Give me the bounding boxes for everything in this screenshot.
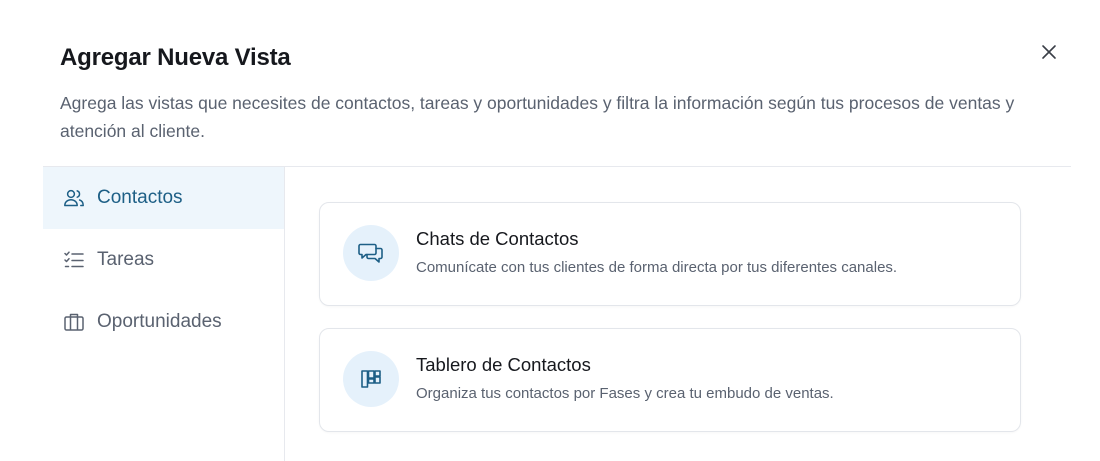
add-view-dialog: Agregar Nueva Vista Agrega las vistas qu… (0, 0, 1100, 461)
view-card-chats-de-contactos[interactable]: Chats de Contactos Comunícate con tus cl… (319, 202, 1021, 306)
view-card-tablero-de-contactos[interactable]: Tablero de Contactos Organiza tus contac… (319, 328, 1021, 432)
close-button[interactable] (1038, 41, 1060, 63)
sidebar-item-oportunidades[interactable]: Oportunidades (43, 291, 284, 353)
card-title: Tablero de Contactos (416, 354, 591, 375)
sidebar-item-label: Contactos (97, 187, 183, 208)
sidebar-item-tareas[interactable]: Tareas (43, 229, 284, 291)
sidebar-item-contactos[interactable]: Contactos (43, 167, 284, 229)
dialog-subtitle: Agrega las vistas que necesites de conta… (60, 93, 1015, 141)
sidebar-item-label: Tareas (97, 249, 155, 270)
card-icon-circle (343, 225, 399, 281)
view-category-sidebar: Contactos Tareas Oportunidades (43, 167, 285, 461)
close-icon[interactable] (1041, 44, 1057, 60)
card-description: Organiza tus contactos por Fases y crea … (416, 385, 834, 402)
kanban-board-icon (361, 370, 381, 388)
card-description: Comunícate con tus clientes de forma dir… (416, 259, 898, 276)
briefcase-icon (62, 310, 86, 334)
sidebar-item-label: Oportunidades (97, 311, 222, 332)
card-title: Chats de Contactos (416, 228, 579, 249)
dialog-title: Agregar Nueva Vista (60, 44, 291, 71)
task-list-icon (62, 248, 86, 272)
card-icon-circle (343, 351, 399, 407)
chat-bubbles-icon (358, 243, 383, 263)
users-icon (62, 186, 86, 210)
